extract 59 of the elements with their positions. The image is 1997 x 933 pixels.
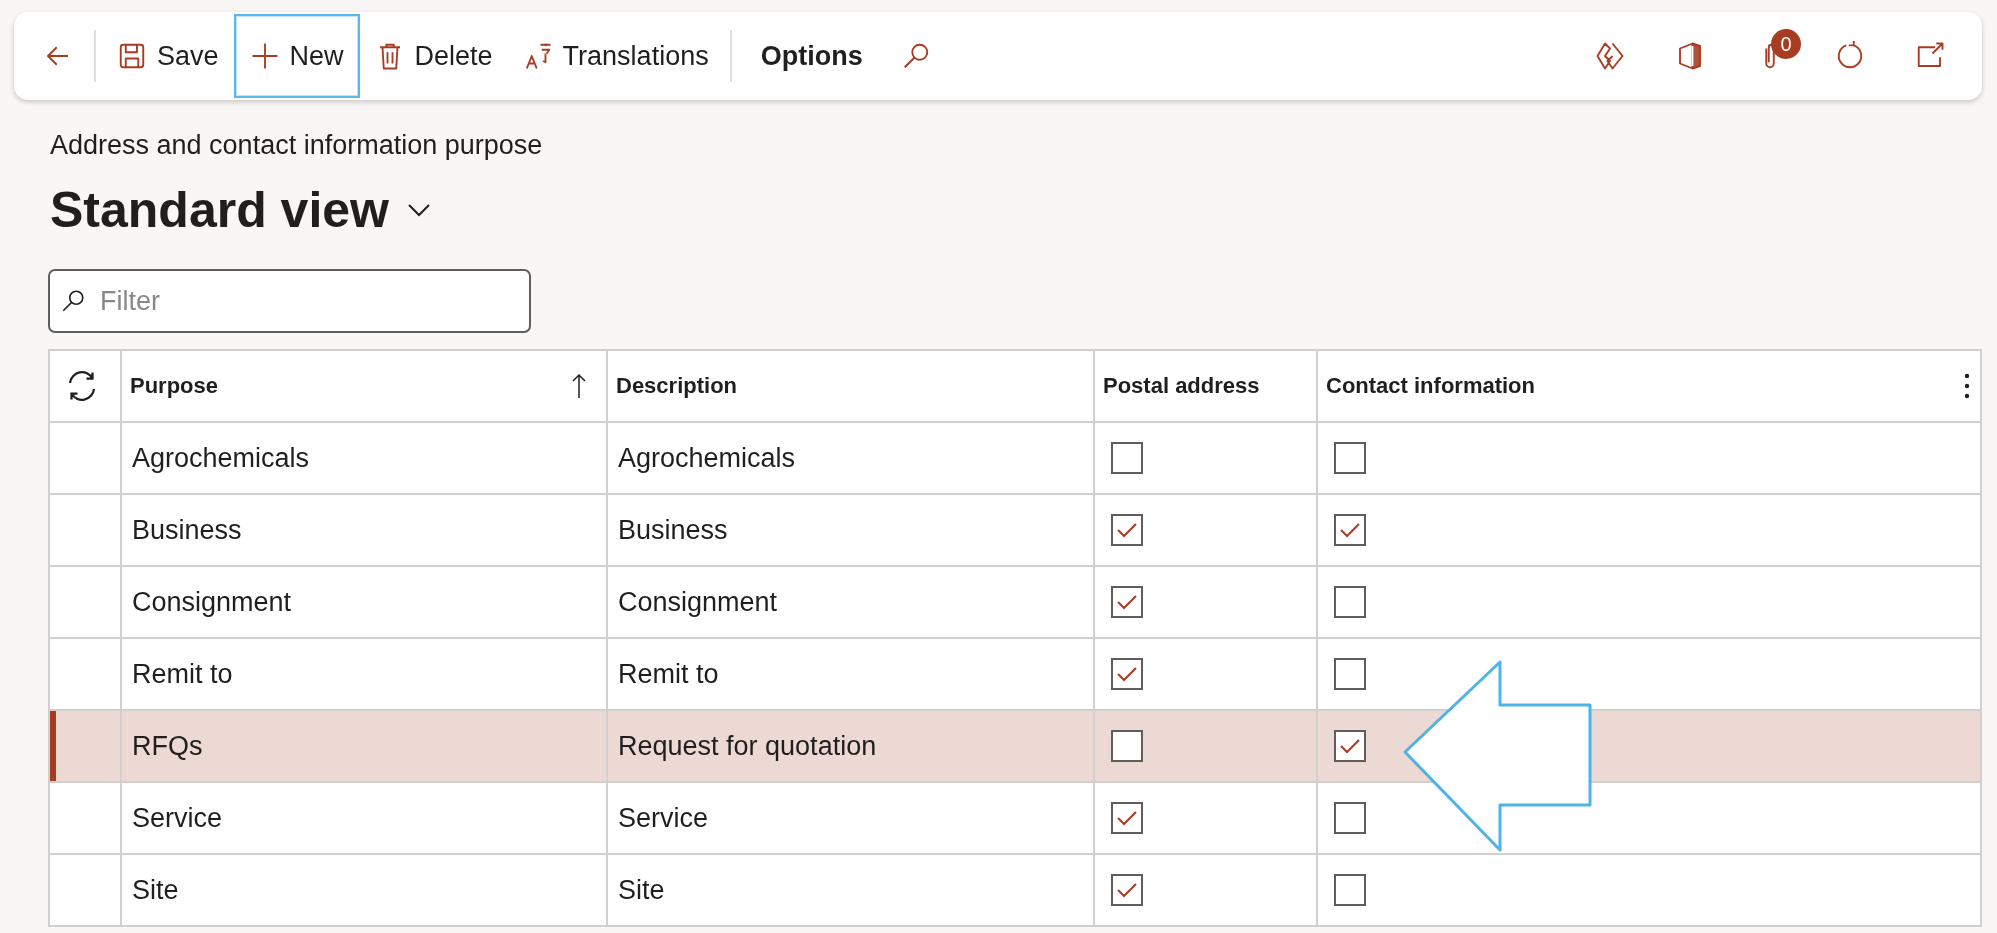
column-header[interactable]: Contact information bbox=[1326, 373, 1535, 399]
table-cell: RFQs bbox=[132, 730, 203, 762]
view-title: Standard view bbox=[50, 181, 389, 239]
checkmark-icon bbox=[1116, 810, 1138, 826]
checkmark-icon bbox=[1339, 522, 1361, 538]
translations-button[interactable]: Translations bbox=[507, 14, 724, 98]
filter-field[interactable]: Filter bbox=[48, 269, 531, 333]
search-icon bbox=[60, 288, 86, 314]
table-cell: Business bbox=[132, 514, 242, 546]
row-selector[interactable] bbox=[50, 711, 122, 783]
more-options-button[interactable] bbox=[1964, 373, 1970, 399]
table-cell: Agrochemicals bbox=[132, 442, 310, 474]
delete-button[interactable]: Delete bbox=[359, 14, 508, 98]
count-badge: 0 bbox=[1771, 29, 1801, 59]
checkbox[interactable] bbox=[1111, 874, 1143, 906]
save-icon bbox=[117, 41, 147, 71]
checkbox[interactable] bbox=[1111, 658, 1143, 690]
column-header[interactable]: Postal address bbox=[1103, 373, 1260, 399]
checkbox[interactable] bbox=[1111, 586, 1143, 618]
sort-ascending-icon bbox=[572, 373, 586, 399]
table-cell: Site bbox=[618, 874, 665, 906]
checkmark-icon bbox=[1116, 522, 1138, 538]
table-cell: Agrochemicals bbox=[618, 442, 796, 474]
checkmark-icon bbox=[1116, 666, 1138, 682]
table-cell: Remit to bbox=[618, 658, 719, 690]
page-caption: Address and contact information purpose bbox=[50, 130, 544, 161]
column-header[interactable]: Description bbox=[616, 373, 738, 399]
filter-input[interactable]: Filter bbox=[98, 284, 519, 318]
table-cell: Business bbox=[618, 514, 728, 546]
save-button[interactable]: Save bbox=[102, 14, 234, 98]
checkbox[interactable] bbox=[1111, 514, 1143, 546]
diamond-icon bbox=[1595, 41, 1625, 71]
table-cell: Site bbox=[132, 874, 179, 906]
table-cell: Consignment bbox=[132, 586, 292, 618]
paperclip-button[interactable]: 0 bbox=[1730, 14, 1810, 98]
checkbox[interactable] bbox=[1111, 802, 1143, 834]
table-cell: Request for quotation bbox=[618, 730, 877, 762]
table-cell: Service bbox=[132, 802, 223, 834]
checkmark-icon bbox=[1116, 882, 1138, 898]
checkbox[interactable] bbox=[1334, 658, 1366, 690]
checkbox[interactable] bbox=[1334, 802, 1366, 834]
table-cell: Remit to bbox=[132, 658, 233, 690]
checkbox[interactable] bbox=[1334, 874, 1366, 906]
checkbox[interactable] bbox=[1334, 514, 1366, 546]
options-button[interactable]: Options bbox=[737, 14, 886, 98]
checkbox[interactable] bbox=[1111, 730, 1143, 762]
more-icon bbox=[1964, 373, 1970, 399]
column-header[interactable]: Purpose bbox=[130, 373, 219, 399]
checkmark-icon bbox=[1116, 594, 1138, 610]
checkbox[interactable] bbox=[1334, 730, 1366, 762]
refresh-icon bbox=[1835, 41, 1865, 71]
checkbox[interactable] bbox=[1334, 586, 1366, 618]
table-cell: Service bbox=[618, 802, 709, 834]
table-cell: Consignment bbox=[618, 586, 778, 618]
checkmark-icon bbox=[1339, 738, 1361, 754]
new-button[interactable]: New bbox=[233, 14, 360, 98]
chevron-down-icon bbox=[407, 203, 431, 217]
checkbox[interactable] bbox=[1111, 442, 1143, 474]
checkbox[interactable] bbox=[1334, 442, 1366, 474]
